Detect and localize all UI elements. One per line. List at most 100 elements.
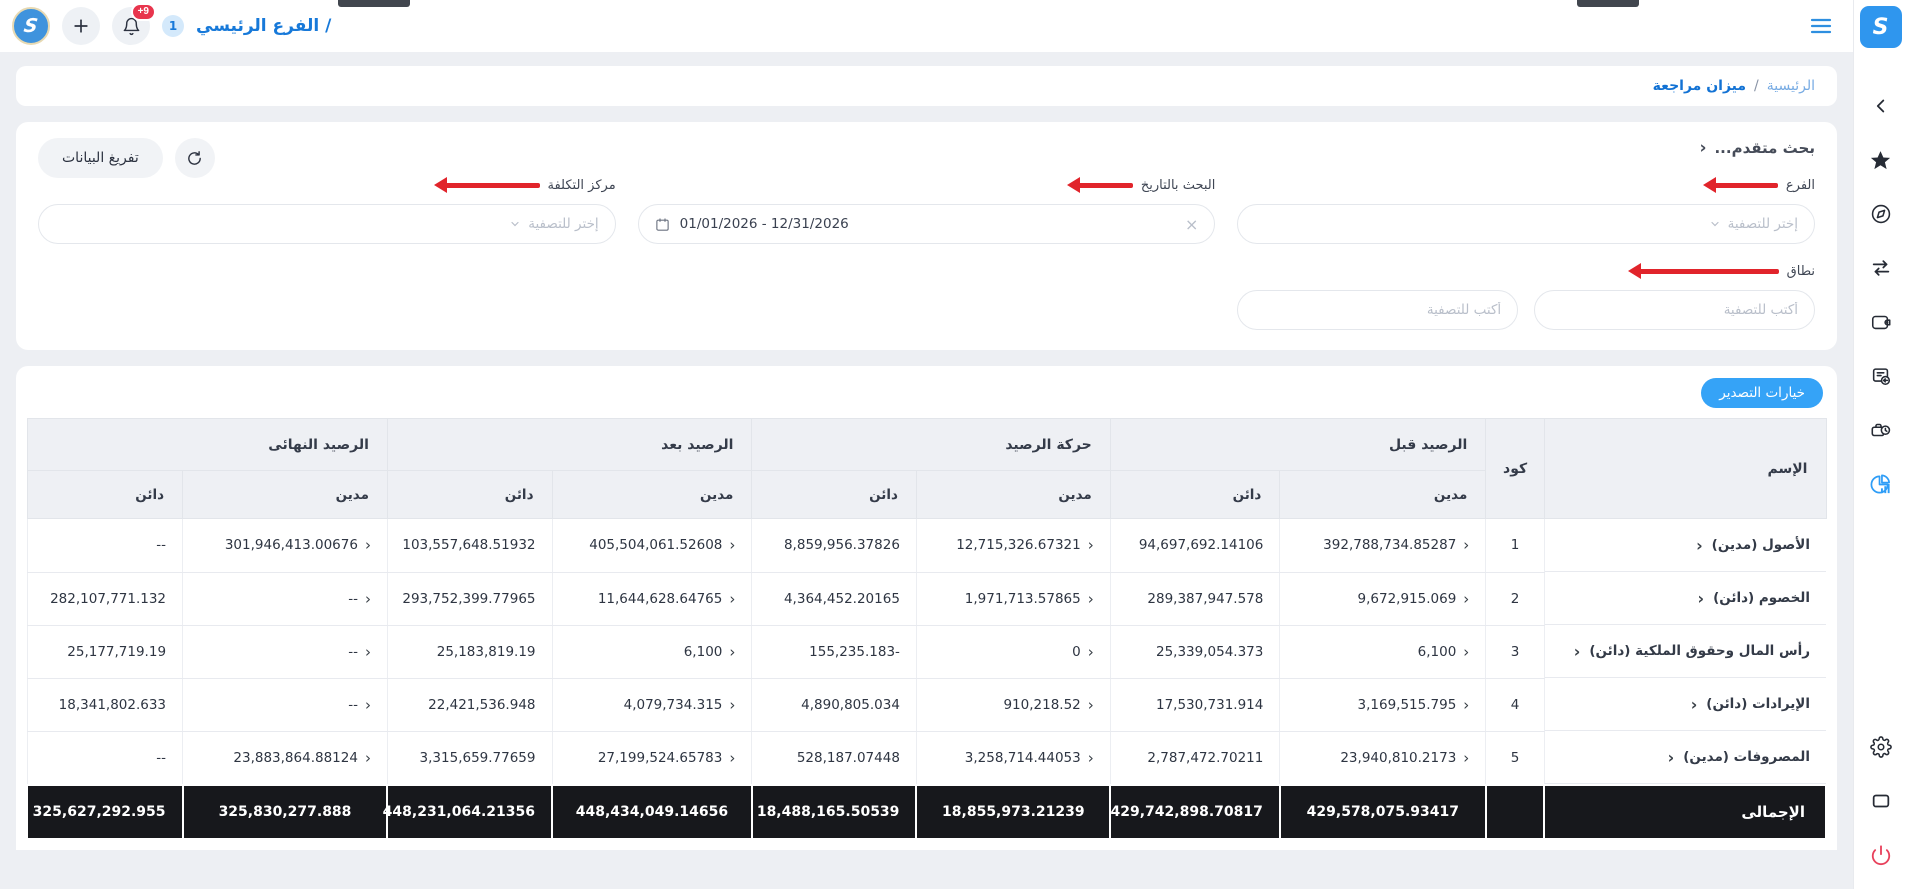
amount-value: 429,578,075.93417 [1306, 804, 1459, 820]
header-group: الرصيد قبل [1109, 418, 1487, 471]
amount-value: 18,488,165.50539 [756, 804, 900, 820]
amount-value: 11,644,628.64765 [597, 590, 723, 607]
debit-value-cell[interactable]: 9,672,915.069 › [1279, 571, 1487, 626]
totals-value-cell: 325,830,277.888 [181, 784, 389, 838]
debit-value-cell[interactable]: 4,079,734.315 › [551, 677, 753, 732]
app-logo[interactable]: S [12, 7, 50, 45]
cost-center-select[interactable]: إختر للتصفية [38, 204, 616, 244]
account-name-cell[interactable]: رأس المال وحقوق الملكية (دائن) ‹ [1544, 625, 1826, 678]
debit-value-cell[interactable]: -- › [182, 624, 388, 679]
account-name-cell[interactable]: الإيرادات (دائن) ‹ [1544, 678, 1826, 731]
debit-value-cell[interactable]: 6,100 › [551, 624, 753, 679]
debit-value-cell[interactable]: 392,788,734.85287 › [1279, 518, 1487, 573]
header-name: الإسم [1543, 418, 1827, 519]
add-button[interactable] [62, 7, 100, 45]
debit-value-cell[interactable]: 910,218.52 › [915, 677, 1111, 732]
credit-value-cell: 293,752,399.77965 [386, 571, 553, 626]
debit-value-cell[interactable]: 11,644,628.64765 › [551, 571, 753, 626]
amount-value: 17,530,731.914 [1156, 696, 1264, 713]
debit-value-cell[interactable]: 23,883,864.88124 › [182, 730, 388, 786]
range-from-input[interactable] [1534, 290, 1815, 330]
range-to-input[interactable] [1237, 290, 1519, 330]
transactions-button[interactable] [1861, 248, 1901, 288]
amount-value: 3,315,659.77659 [419, 749, 536, 766]
briefcase-clock-icon [1871, 423, 1890, 437]
debit-value-cell[interactable]: 1,971,713.57865 › [915, 571, 1111, 626]
collapse-sidebar-button[interactable] [1861, 86, 1901, 126]
debit-value-cell[interactable]: 23,940,810.2173 › [1279, 730, 1487, 786]
amount-value: 18,855,973.21239 [942, 804, 1085, 820]
export-options-button[interactable]: خيارات التصدير [1701, 378, 1823, 408]
annotation-arrow [1627, 263, 1779, 279]
drill-down-chevron-icon: › [364, 748, 371, 767]
amount-value: 3,169,515.795 [1357, 696, 1457, 713]
calendar-icon [655, 217, 670, 232]
settings-button[interactable] [1861, 727, 1901, 767]
branch-select[interactable]: إختر للتصفية [1237, 204, 1815, 244]
amount-value: -- [348, 590, 358, 607]
explore-button[interactable] [1861, 194, 1901, 234]
date-range-input[interactable]: 01/01/2026 - 12/31/2026 × [637, 204, 1216, 244]
debit-value-cell[interactable]: 405,504,061.52608 › [551, 518, 753, 573]
credit-value-cell: 25,183,819.19 [386, 624, 553, 679]
table-row: الأصول (مدين) ‹ 1 392,788,734.85287 › 94,697,… [26, 518, 1826, 573]
filters-panel: بحث متقدم... ‹ تفريغ البيانات الفرع إختر… [16, 122, 1837, 350]
totals-value-cell: 18,855,973.21239 [915, 784, 1112, 838]
work-hours-button[interactable] [1861, 410, 1901, 450]
amount-value: 22,421,536.948 [428, 696, 536, 713]
logout-button[interactable] [1861, 835, 1901, 875]
amount-value: 18,341,802.633 [58, 696, 167, 713]
header-group: حركة الرصيد [751, 418, 1111, 471]
amount-value: 1,971,713.57865 [964, 590, 1081, 607]
credit-value-cell: 22,421,536.948 [386, 677, 553, 732]
debit-value-cell[interactable]: -- › [182, 677, 388, 732]
credit-value-cell: 155,235.183- [751, 624, 917, 679]
account-code-cell: 2 [1485, 571, 1545, 626]
sidebar-logo[interactable]: S [1859, 6, 1902, 48]
debit-value-cell[interactable]: 3,258,714.44053 › [915, 730, 1111, 786]
debit-value-cell[interactable]: 12,715,326.67321 › [915, 518, 1111, 573]
debit-value-cell[interactable]: -- › [182, 571, 388, 626]
drill-down-chevron-icon: ‹ [1573, 641, 1581, 661]
menu-button[interactable] [1809, 14, 1833, 38]
amount-value: 301,946,413.00676 [224, 537, 358, 554]
account-name-cell[interactable]: الخصوم (دائن) ‹ [1544, 572, 1826, 625]
amount-value: 155,235.183- [809, 643, 900, 660]
drill-down-chevron-icon: › [1087, 748, 1094, 767]
branch-title[interactable]: الفرع الرئيسي / [196, 16, 331, 36]
credit-value-cell: 94,697,692.14106 [1109, 518, 1281, 573]
debit-value-cell[interactable]: 3,169,515.795 › [1279, 677, 1487, 732]
screen-button[interactable] [1861, 781, 1901, 821]
totals-value-cell: 325,627,292.955 [26, 784, 184, 838]
advanced-search-toggle[interactable]: بحث متقدم... ‹ [1699, 138, 1815, 158]
drill-down-chevron-icon: ‹ [1697, 588, 1705, 608]
header-debit: مدين [915, 470, 1111, 519]
favorites-button[interactable] [1861, 140, 1901, 180]
amount-value: 448,231,064.21356 [382, 804, 535, 820]
return-invoice-button[interactable] [1861, 356, 1901, 396]
annotation-arrow [1066, 177, 1133, 193]
notifications-button[interactable]: +9 [112, 3, 156, 45]
amount-value: 325,627,292.955 [32, 804, 166, 820]
account-name-cell[interactable]: الأصول (مدين) ‹ [1544, 519, 1826, 572]
amount-value: 8,859,956.37826 [783, 537, 900, 554]
debit-value-cell[interactable]: 0 › [915, 624, 1111, 679]
wallet-button[interactable] [1861, 302, 1901, 342]
drill-down-chevron-icon: › [1087, 589, 1094, 608]
drill-down-chevron-icon: › [1463, 536, 1470, 555]
debit-value-cell[interactable]: 6,100 › [1279, 624, 1487, 679]
account-name-cell[interactable]: المصروفات (مدين) ‹ [1544, 731, 1826, 784]
notification-count-badge: +9 [130, 3, 156, 21]
drill-down-chevron-icon: ‹ [1690, 694, 1698, 714]
breadcrumb-home-link[interactable]: الرئيسية [1767, 78, 1815, 94]
debit-value-cell[interactable]: 27,199,524.65783 › [551, 730, 753, 786]
account-code-cell: 4 [1485, 677, 1545, 732]
clear-date-icon[interactable]: × [1185, 215, 1198, 234]
cost-center-label: مركز التكلفة [547, 177, 616, 193]
drill-down-chevron-icon: › [364, 589, 371, 608]
reports-button[interactable] [1861, 464, 1901, 504]
account-code-cell: 1 [1485, 518, 1545, 573]
amount-value: 25,177,719.19 [67, 643, 167, 660]
debit-value-cell[interactable]: 301,946,413.00676 › [182, 518, 388, 573]
page-title: ميزان مراجعة [1652, 78, 1747, 94]
